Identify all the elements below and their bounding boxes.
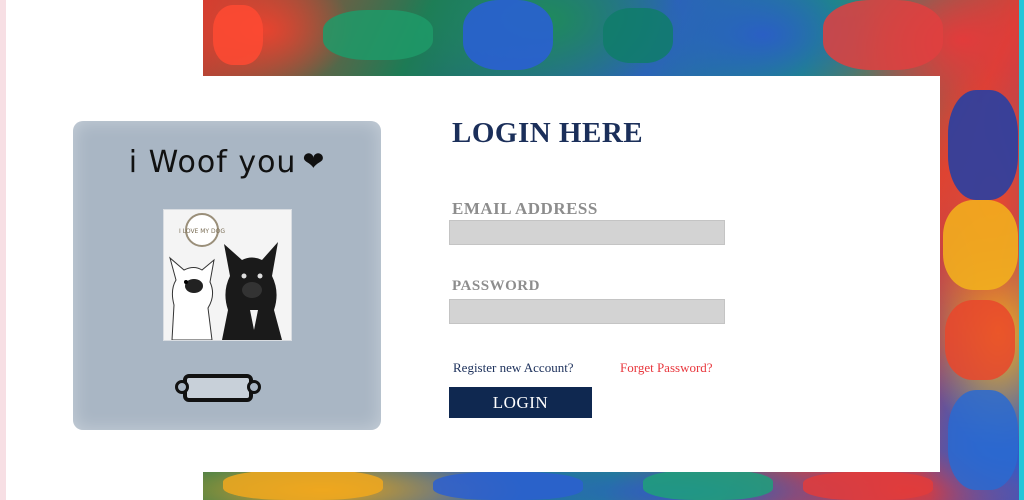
right-edge-strip bbox=[1019, 0, 1024, 500]
paint-stroke bbox=[323, 10, 433, 60]
login-button[interactable]: LOGIN bbox=[449, 387, 592, 418]
paint-stroke bbox=[948, 90, 1018, 200]
dogs-photo: I LOVE MY DOG bbox=[163, 209, 292, 341]
password-field[interactable] bbox=[449, 299, 725, 324]
paint-stroke bbox=[213, 5, 263, 65]
password-label: PASSWORD bbox=[452, 278, 540, 294]
paint-stroke bbox=[223, 470, 383, 500]
frame-nameplate bbox=[175, 374, 261, 402]
photo-badge-text: I LOVE MY DOG bbox=[179, 228, 225, 235]
frame-caption: i Woof you ❤ bbox=[73, 145, 381, 180]
dogs-illustration: I LOVE MY DOG bbox=[164, 210, 291, 340]
email-field[interactable] bbox=[449, 220, 725, 245]
paint-stroke bbox=[948, 390, 1018, 490]
heart-paw-icon: ❤ bbox=[302, 147, 326, 177]
photo-frame: i Woof you ❤ I LOVE MY DOG bbox=[73, 121, 381, 430]
paint-stroke bbox=[603, 8, 673, 63]
paint-stroke bbox=[433, 472, 583, 500]
paint-stroke bbox=[643, 470, 773, 500]
register-link[interactable]: Register new Account? bbox=[453, 360, 574, 376]
paint-stroke bbox=[943, 200, 1018, 290]
paint-stroke bbox=[803, 472, 933, 500]
paint-stroke bbox=[823, 0, 943, 70]
paint-stroke bbox=[945, 300, 1015, 380]
forgot-password-link[interactable]: Forget Password? bbox=[620, 360, 713, 376]
frame-caption-text: i Woof you bbox=[128, 145, 297, 180]
login-title: LOGIN HERE bbox=[452, 117, 644, 149]
paint-stroke bbox=[463, 0, 553, 70]
email-label: EMAIL ADDRESS bbox=[452, 199, 598, 218]
